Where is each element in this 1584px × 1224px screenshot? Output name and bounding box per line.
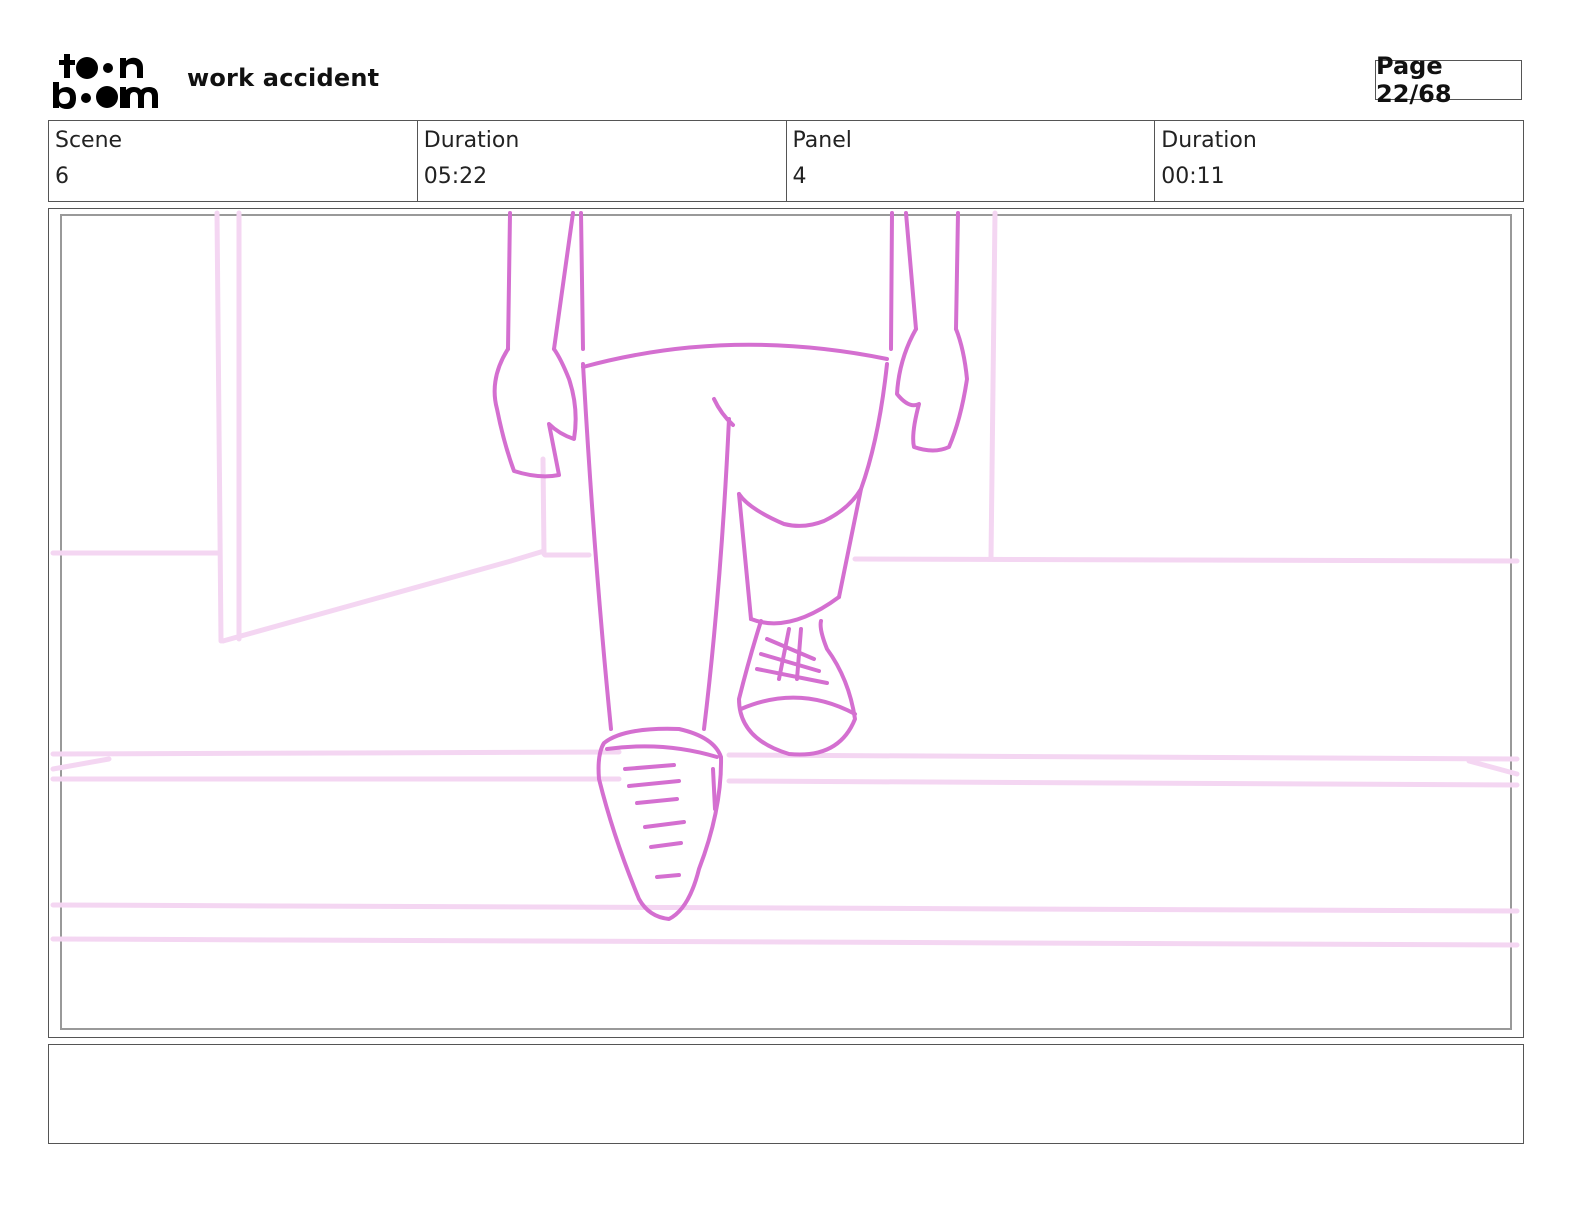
toon-boom-logo — [50, 50, 164, 112]
panel-value: 4 — [792, 164, 807, 189]
scene-label: Scene — [55, 128, 123, 153]
scene-value: 6 — [55, 164, 69, 189]
panel-cell: Panel 4 — [787, 121, 1156, 201]
page-indicator: Page 22/68 — [1375, 52, 1522, 108]
scene-info-table: Scene 6 Duration 05:22 Panel 4 Duration … — [48, 120, 1524, 202]
panel-duration-value: 00:11 — [1161, 164, 1225, 189]
character-sketch — [492, 211, 969, 921]
storyboard-panel — [48, 208, 1524, 1038]
panel-label: Panel — [792, 128, 852, 153]
scene-duration-label: Duration — [423, 128, 520, 153]
panel-notes-box — [48, 1044, 1524, 1144]
scene-duration-cell: Duration 05:22 — [418, 121, 787, 201]
scene-duration-value: 05:22 — [423, 164, 488, 189]
panel-sketch — [50, 210, 1520, 1030]
project-title: work accident — [187, 64, 380, 92]
panel-duration-cell: Duration 00:11 — [1155, 121, 1523, 201]
background-sketch — [50, 210, 1520, 948]
panel-duration-label: Duration — [1161, 128, 1257, 153]
scene-cell: Scene 6 — [49, 121, 418, 201]
